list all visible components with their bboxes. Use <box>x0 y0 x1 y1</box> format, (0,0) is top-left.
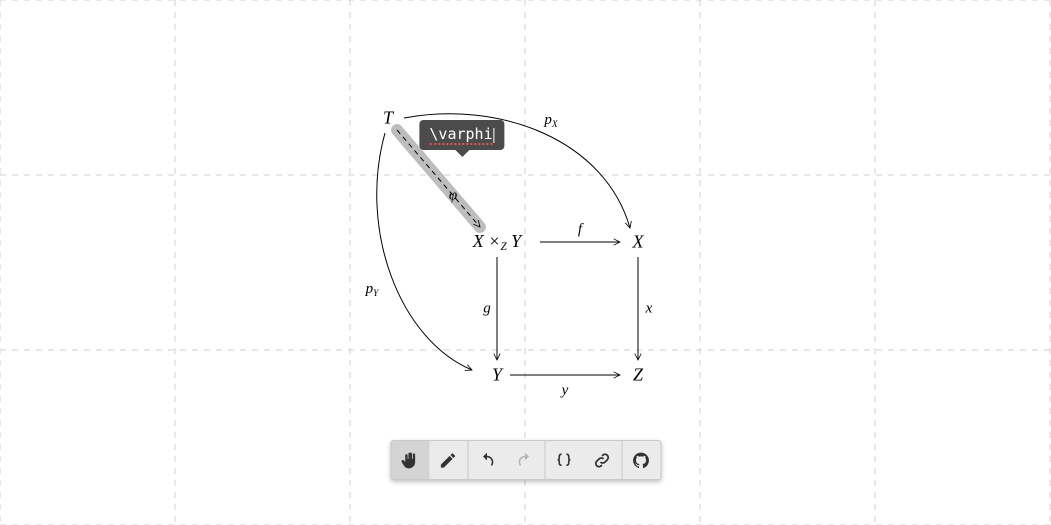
label-input-tooltip[interactable]: \varphi <box>419 120 504 150</box>
share-link-button[interactable] <box>583 441 621 479</box>
toolbar <box>390 440 661 480</box>
node-Z[interactable]: Z <box>633 365 643 386</box>
github-button[interactable] <box>622 441 660 479</box>
diagram-canvas[interactable]: T X ×Z Y X Y Z φ pX pY f g x y \varphi <box>0 0 1051 525</box>
braces-icon <box>555 451 574 470</box>
export-code-button[interactable] <box>545 441 583 479</box>
link-icon <box>593 451 612 470</box>
undo-icon <box>478 451 497 470</box>
pencil-icon <box>439 451 458 470</box>
label-phi[interactable]: φ <box>449 188 457 205</box>
label-y[interactable]: y <box>562 383 569 400</box>
pan-tool-button[interactable] <box>391 441 429 479</box>
node-X[interactable]: X <box>633 232 644 253</box>
node-T[interactable]: T <box>383 108 393 129</box>
label-g[interactable]: g <box>483 301 491 318</box>
draw-tool-button[interactable] <box>429 441 467 479</box>
undo-button[interactable] <box>468 441 506 479</box>
label-f[interactable]: f <box>578 222 582 239</box>
label-x[interactable]: x <box>646 301 653 318</box>
label-pX[interactable]: pX <box>544 112 557 130</box>
hand-icon <box>401 451 420 470</box>
node-Y[interactable]: Y <box>492 365 502 386</box>
label-input-text[interactable]: \varphi <box>429 125 492 145</box>
redo-button[interactable] <box>506 441 544 479</box>
label-pY[interactable]: pY <box>366 281 379 299</box>
redo-icon <box>516 451 535 470</box>
github-icon <box>632 451 651 470</box>
text-caret <box>494 128 495 143</box>
node-XZY[interactable]: X ×Z Y <box>473 231 521 253</box>
